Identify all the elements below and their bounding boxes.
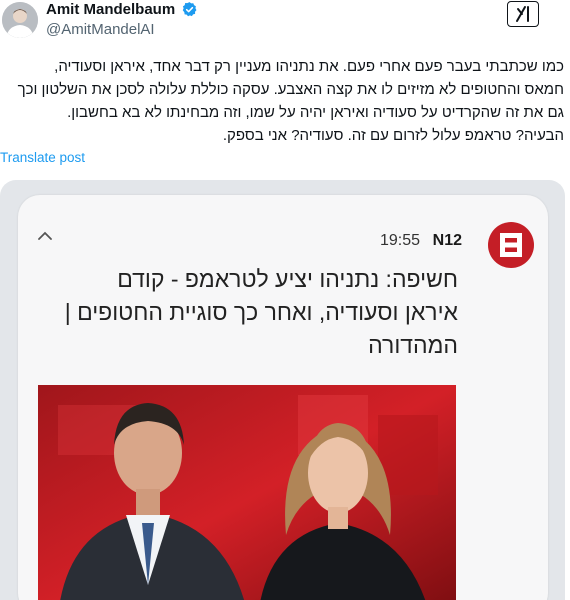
post-text-line: גם את זה שהקרדיט על סעודיה ואיראן יהיה ע… xyxy=(67,104,564,121)
verified-badge-icon xyxy=(182,2,197,17)
post-media[interactable]: N12 19:55 חשיפה: נתניהו יציע לטראמפ - קו… xyxy=(0,180,565,600)
news-anchors-photo xyxy=(38,385,456,600)
n12-logo-mark xyxy=(500,233,522,257)
translate-post-link[interactable]: Translate post xyxy=(0,150,85,165)
news-notification-card: N12 19:55 חשיפה: נתניהו יציע לטראמפ - קו… xyxy=(18,195,548,600)
anchors-illustration xyxy=(38,385,456,600)
avatar[interactable] xyxy=(2,2,38,38)
notification-title-line: חשיפה: נתניהו יציע לטראמפ - קודם xyxy=(117,266,458,292)
author-handle[interactable]: @AmitMandelAI xyxy=(46,20,155,39)
avatar-photo xyxy=(2,2,38,38)
notification-title: חשיפה: נתניהו יציע לטראמפ - קודם איראן ו… xyxy=(38,263,458,362)
grok-button[interactable] xyxy=(507,1,539,27)
notification-title-line: איראן וסעודיה, ואחר כך סוגיית החטופים | xyxy=(64,299,458,325)
n12-logo-icon xyxy=(488,222,534,268)
grok-icon xyxy=(516,6,529,22)
notification-source: N12 xyxy=(432,232,462,249)
post-text-line: כמו שכתבתי בעבר פעם אחרי פעם. את נתניהו … xyxy=(54,58,564,75)
author-display-name[interactable]: Amit Mandelbaum xyxy=(46,0,175,19)
notification-title-line: המהדורה xyxy=(368,332,458,358)
post-text-line: חמאס והחטופים לא מזיזים לו את קצה האצבע.… xyxy=(17,81,564,98)
post-text-line: הבעיה? טראמפ עלול לזרום עם זה. סעודיה? א… xyxy=(222,127,564,144)
post-text: כמו שכתבתי בעבר פעם אחרי פעם. את נתניהו … xyxy=(4,55,564,147)
chevron-up-icon xyxy=(38,231,52,240)
notification-time: 19:55 xyxy=(379,232,420,249)
